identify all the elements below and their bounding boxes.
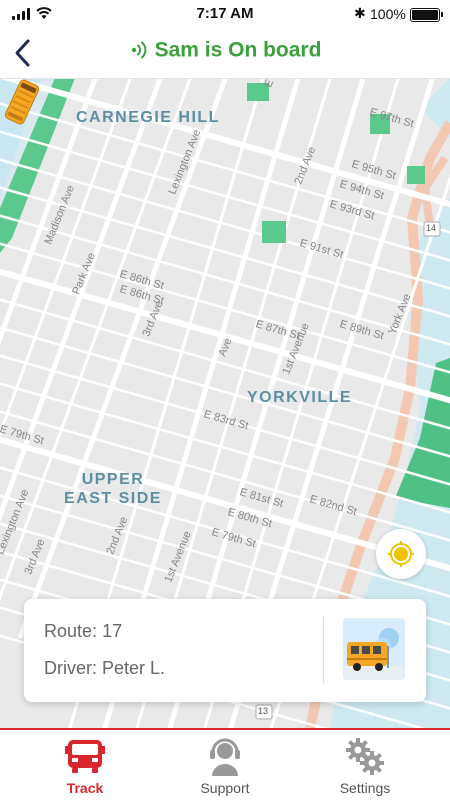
driver-label: Driver: (44, 658, 97, 678)
headset-icon (210, 738, 240, 776)
route-info: Route: 17 (44, 621, 122, 642)
tab-support[interactable]: Support (150, 730, 300, 802)
tab-settings[interactable]: Settings (290, 730, 440, 802)
tab-support-label: Support (200, 780, 250, 796)
neighborhood-upper-east-side: UPPER EAST SIDE (64, 471, 162, 507)
gears-icon (346, 738, 384, 775)
page-title: Sam is On board (0, 38, 450, 62)
top-header: Sam is On board (0, 28, 450, 79)
bluetooth-icon: ✱ (354, 5, 366, 21)
title-text: Sam is On board (154, 38, 322, 62)
route-label: Route: (44, 621, 98, 641)
school-bus-marker-icon[interactable] (0, 78, 44, 126)
tab-settings-label: Settings (339, 780, 391, 796)
locate-me-button[interactable] (376, 529, 426, 579)
battery-percent: 100% (370, 6, 406, 22)
route-number: 17 (102, 621, 123, 641)
driver-info: Driver: Peter L. (44, 658, 165, 679)
card-divider (323, 617, 324, 683)
neighborhood-carnegie-hill: CARNEGIE HILL (76, 109, 220, 126)
tab-track[interactable]: Track (10, 730, 160, 802)
bottom-tab-bar: Track Support Settings (0, 728, 450, 802)
tab-track-label: Track (66, 780, 104, 796)
route-badge-13: 13 (258, 706, 269, 716)
onboard-signal-icon (131, 41, 146, 59)
status-bar: 7:17 AM ✱ 100% (0, 0, 450, 28)
driver-name: Peter L. (102, 658, 166, 678)
crosshair-icon (388, 541, 414, 567)
neighborhood-yorkville: YORKVILLE (247, 389, 353, 406)
battery-icon (410, 8, 443, 22)
bus-photo-icon (343, 618, 405, 680)
school-bus-icon (65, 740, 105, 773)
route-badge-14: 14 (426, 223, 437, 233)
bus-info-card[interactable]: Route: 17 Driver: Peter L. (24, 599, 426, 702)
